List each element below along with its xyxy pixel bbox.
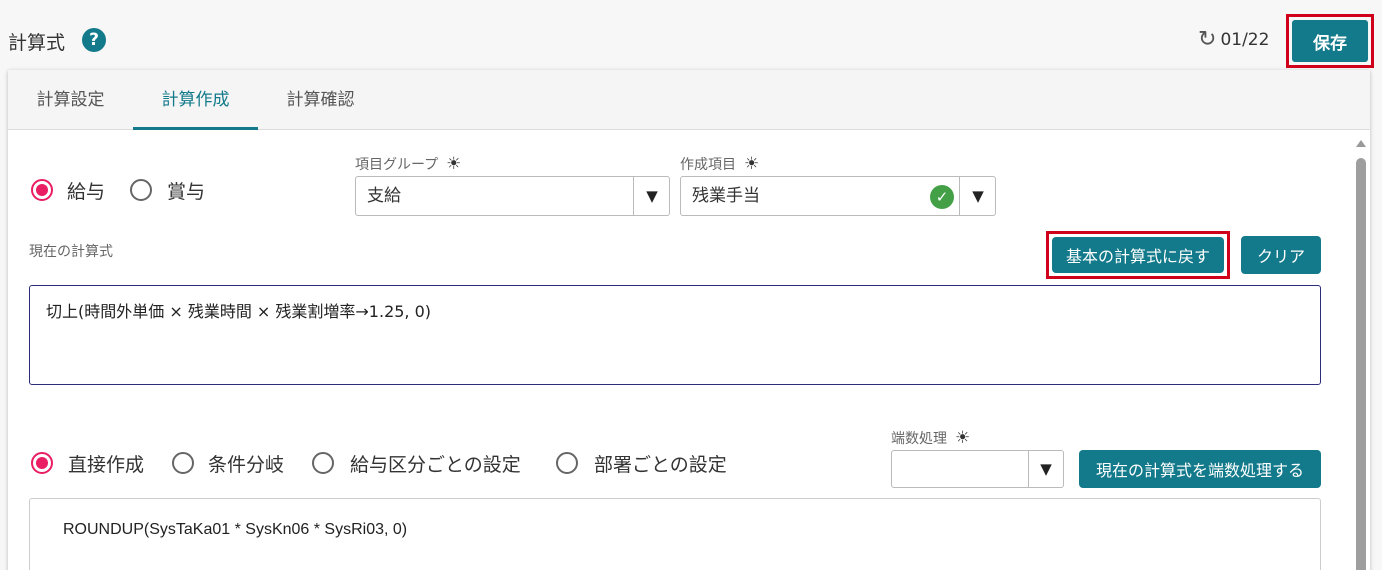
code-formula-text: ROUNDUP(SysTaKa01 * SysKn06 * SysRi03, 0… [63,521,408,538]
clear-button[interactable]: クリア [1241,236,1321,274]
radio-bonus-label: 賞与 [167,181,206,203]
code-editor[interactable]: ROUNDUP(SysTaKa01 * SysKn06 * SysRi03, 0… [29,498,1321,570]
radio-conditional[interactable] [172,452,194,474]
formula-editor-card: 計算設定 計算作成 計算確認 給与 賞与 項目グループ ☀ 支給 ▼ 作成項目 … [8,70,1370,570]
tab-calc-create[interactable]: 計算作成 [133,70,258,130]
item-group-label: 項目グループ ☀ [355,154,461,174]
radio-direct-create-label: 直接作成 [68,454,145,476]
history-indicator[interactable]: ↻ 01/22 [1198,28,1269,52]
check-icon: ✓ [930,185,954,209]
radio-by-pay-class[interactable] [312,452,334,474]
current-formula-label: 現在の計算式 [29,244,113,260]
apply-rounding-button[interactable]: 現在の計算式を端数処理する [1079,450,1321,488]
history-count: 01/22 [1220,30,1270,50]
chevron-down-icon[interactable]: ▼ [634,177,670,215]
radio-by-pay-class-label: 給与区分ごとの設定 [350,454,521,476]
history-icon: ↻ [1198,27,1217,52]
rounding-select[interactable]: ▼ [891,450,1064,488]
radio-conditional-label: 条件分岐 [208,454,285,476]
lightbulb-icon[interactable]: ☀ [955,429,970,447]
chevron-down-icon[interactable]: ▼ [960,177,996,215]
tab-calc-settings[interactable]: 計算設定 [8,70,133,130]
tab-calc-confirm[interactable]: 計算確認 [258,70,383,130]
radio-salary-label: 給与 [67,181,106,203]
save-button[interactable]: 保存 [1292,20,1368,62]
scrollbar[interactable] [1354,136,1368,570]
item-group-label-text: 項目グループ [355,157,439,173]
radio-bonus[interactable] [130,179,152,201]
tab-bar: 計算設定 計算作成 計算確認 [8,70,1370,130]
rounding-label-text: 端数処理 [891,431,947,447]
page-title: 計算式 [8,32,66,54]
help-icon[interactable]: ? [82,28,106,52]
radio-by-department-label: 部署ごとの設定 [594,454,727,476]
scrollbar-thumb[interactable] [1356,158,1366,570]
radio-salary[interactable] [31,179,53,201]
create-item-select[interactable]: 残業手当 ✓ ▼ [680,176,996,216]
item-group-select[interactable]: 支給 ▼ [355,176,670,216]
item-group-value: 支給 [367,186,401,206]
chevron-down-icon[interactable]: ▼ [1028,451,1064,487]
rounding-label: 端数処理 ☀ [891,428,970,448]
create-item-label-text: 作成項目 [680,157,736,173]
radio-by-department[interactable] [556,452,578,474]
scroll-up-arrow-icon[interactable] [1356,140,1366,147]
lightbulb-icon[interactable]: ☀ [744,155,759,173]
reset-formula-button[interactable]: 基本の計算式に戻す [1052,237,1224,273]
create-item-label: 作成項目 ☀ [680,154,759,174]
current-formula-text: 切上(時間外単価 × 残業時間 × 残業割増率→1.25, 0) [46,302,432,321]
header-bar: 計算式 ? ↻ 01/22 保存 [0,0,1382,72]
current-formula-box[interactable]: 切上(時間外単価 × 残業時間 × 残業割増率→1.25, 0) [29,285,1321,385]
create-item-value: 残業手当 [692,186,760,206]
lightbulb-icon[interactable]: ☀ [446,155,461,173]
radio-direct-create[interactable] [31,452,53,474]
